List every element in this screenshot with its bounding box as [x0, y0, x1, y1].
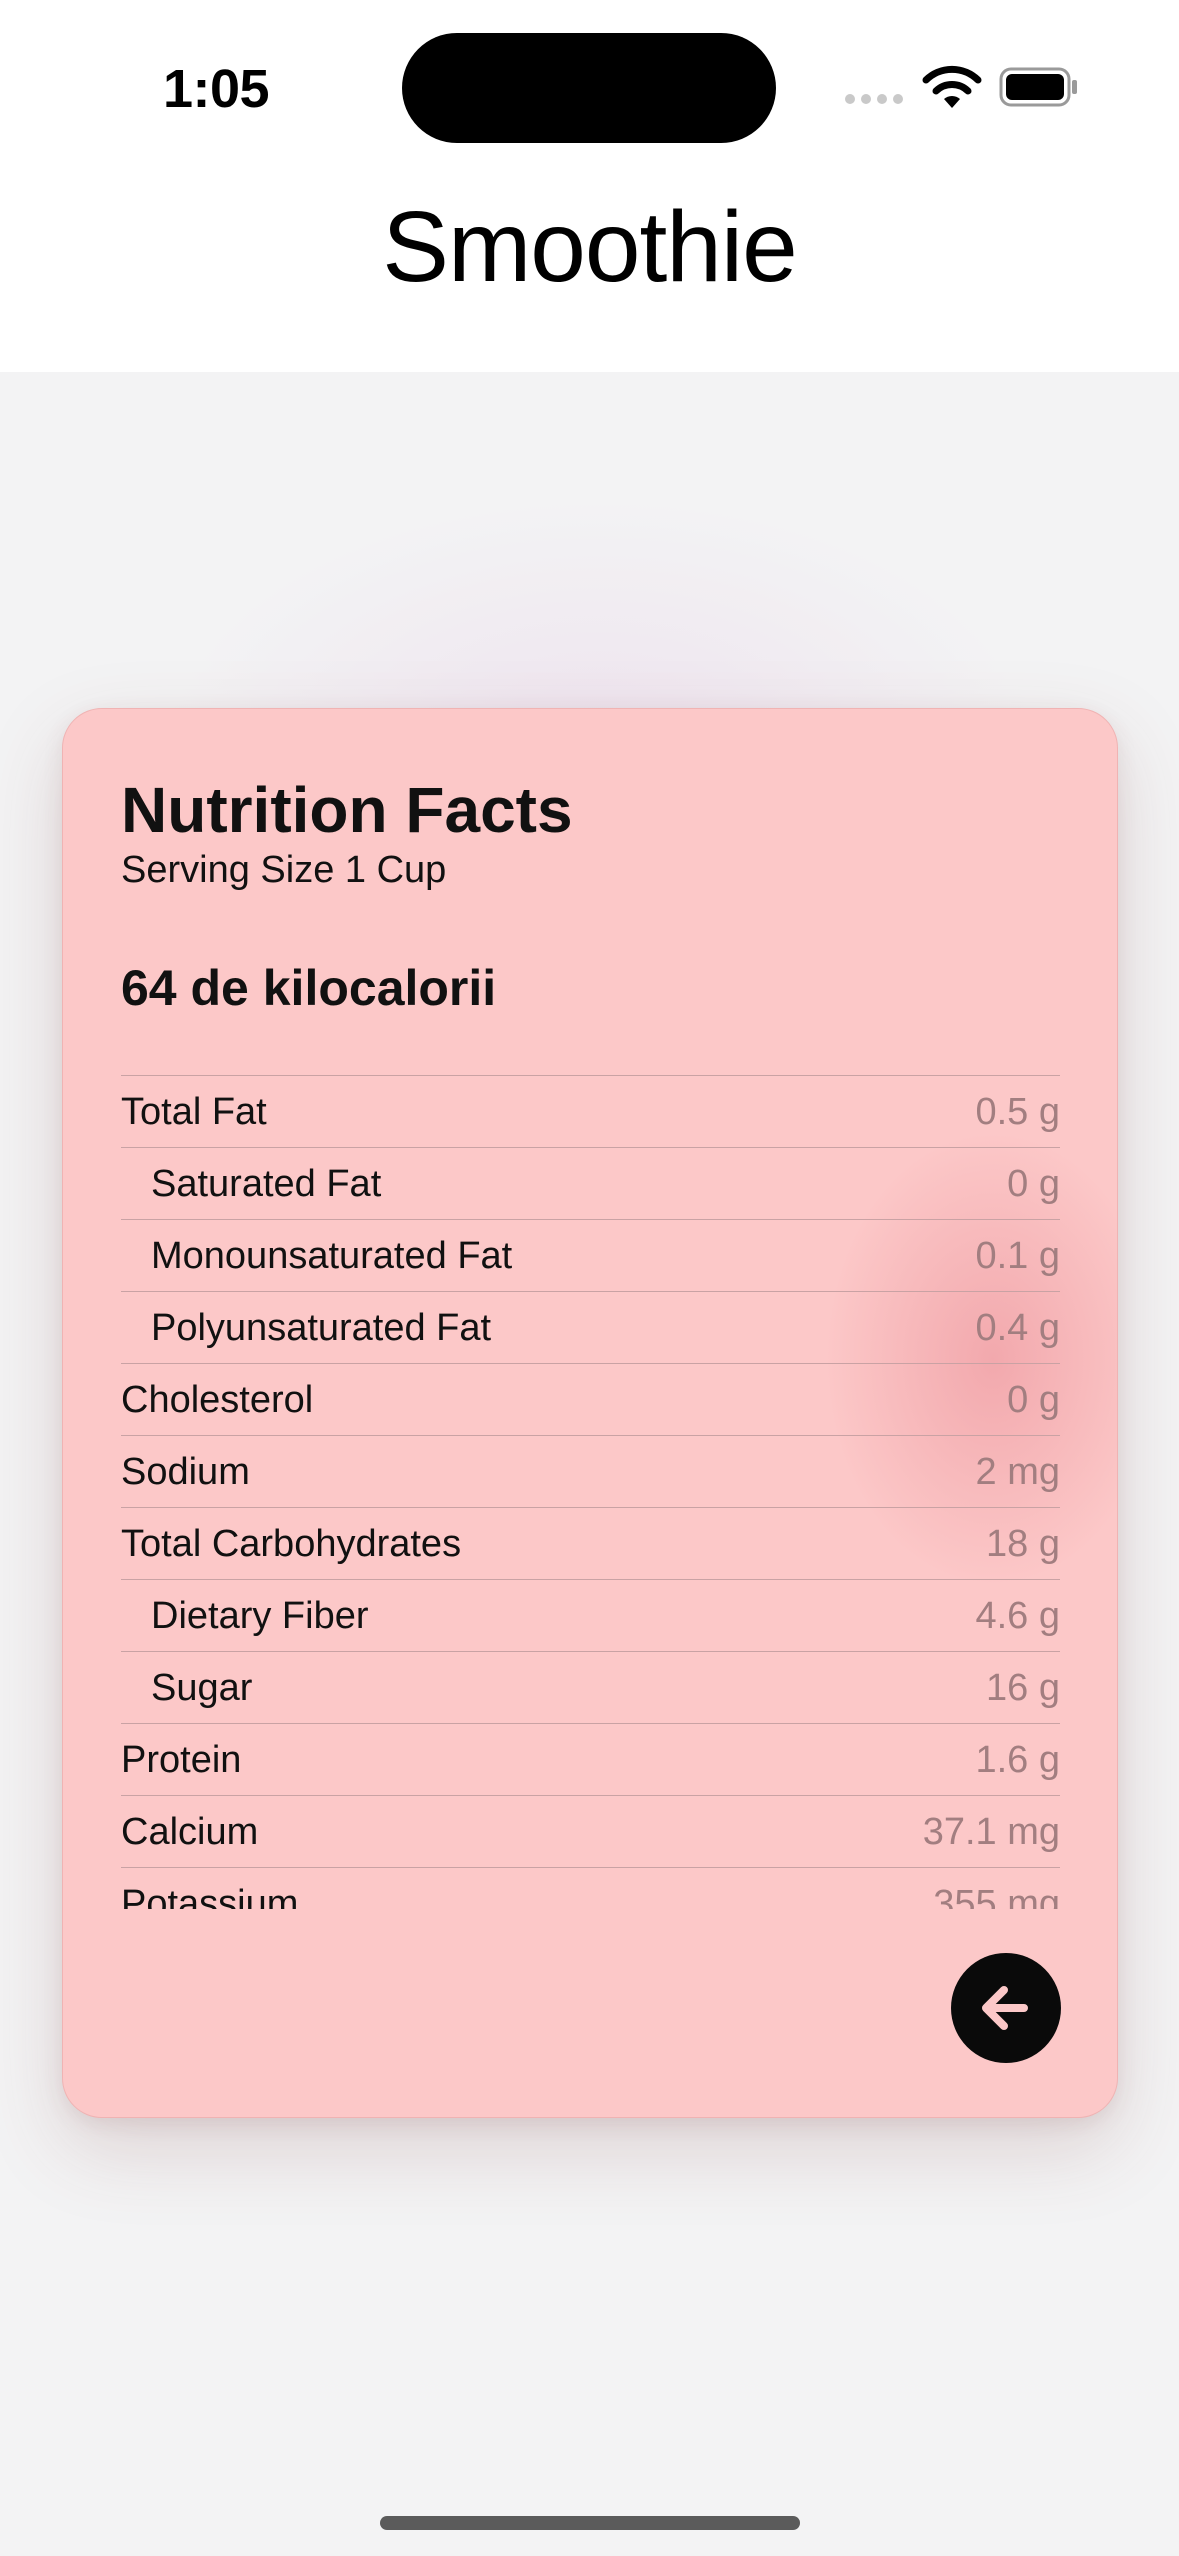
fact-value: 1.6 g	[975, 1739, 1060, 1781]
fact-label: Monounsaturated Fat	[151, 1235, 513, 1277]
page-title: Smoothie	[382, 191, 797, 303]
fact-label: Protein	[121, 1739, 242, 1781]
battery-icon	[999, 67, 1077, 107]
fact-row: Potassium 355 mg	[121, 1867, 1060, 1909]
fact-value: 0 g	[1007, 1379, 1060, 1421]
fact-label: Calcium	[121, 1811, 259, 1853]
navigation-header: Smoothie	[0, 180, 1179, 372]
fact-row: Calcium 37.1 mg	[121, 1795, 1060, 1867]
fact-row: Polyunsaturated Fat 0.4 g	[121, 1291, 1060, 1363]
fact-value: 2 mg	[975, 1451, 1060, 1493]
fact-label: Total Fat	[121, 1091, 267, 1133]
fact-value: 4.6 g	[975, 1595, 1060, 1637]
fact-value: 37.1 mg	[922, 1811, 1060, 1853]
fact-row: Cholesterol 0 g	[121, 1363, 1060, 1435]
nutrition-title: Nutrition Facts	[121, 774, 573, 846]
fact-label: Sugar	[151, 1667, 253, 1709]
fact-row: Total Carbohydrates 18 g	[121, 1507, 1060, 1579]
back-button[interactable]	[951, 1953, 1061, 2063]
fact-row: Dietary Fiber 4.6 g	[121, 1579, 1060, 1651]
fact-value: 16 g	[986, 1667, 1060, 1709]
wifi-icon	[922, 65, 982, 108]
status-bar: 1:05	[0, 0, 1179, 180]
fact-value: 0.4 g	[975, 1307, 1060, 1349]
fact-row: Sodium 2 mg	[121, 1435, 1060, 1507]
fact-value: 0 g	[1007, 1163, 1060, 1205]
fact-row: Total Fat 0.5 g	[121, 1075, 1060, 1147]
nutrition-facts-list[interactable]: Total Fat 0.5 g Saturated Fat 0 g Monounsa…	[121, 1075, 1060, 1909]
fact-row: Protein 1.6 g	[121, 1723, 1060, 1795]
fact-row: Monounsaturated Fat 0.1 g	[121, 1219, 1060, 1291]
status-time: 1:05	[163, 59, 270, 119]
home-indicator[interactable]	[380, 2516, 800, 2530]
nutrition-card: Nutrition Facts Serving Size 1 Cup 64 de…	[62, 708, 1118, 2118]
arrow-left-icon	[982, 1986, 1028, 2030]
fact-value: 355 mg	[933, 1883, 1060, 1909]
fact-label: Polyunsaturated Fat	[151, 1307, 492, 1349]
fact-value: 0.5 g	[975, 1091, 1060, 1133]
fact-value: 18 g	[986, 1523, 1060, 1565]
fact-label: Total Carbohydrates	[121, 1523, 462, 1565]
fact-label: Sodium	[121, 1451, 250, 1493]
fact-label: Potassium	[121, 1883, 299, 1909]
fact-row: Sugar 16 g	[121, 1651, 1060, 1723]
calories: 64 de kilocalorii	[121, 960, 497, 1016]
serving-size: Serving Size 1 Cup	[121, 849, 447, 891]
fact-value: 0.1 g	[975, 1235, 1060, 1277]
fact-label: Saturated Fat	[151, 1163, 382, 1205]
fact-row: Saturated Fat 0 g	[121, 1147, 1060, 1219]
fact-label: Dietary Fiber	[151, 1595, 369, 1637]
fact-label: Cholesterol	[121, 1379, 314, 1421]
dynamic-island	[402, 33, 776, 143]
cellular-signal-icon	[845, 94, 903, 104]
